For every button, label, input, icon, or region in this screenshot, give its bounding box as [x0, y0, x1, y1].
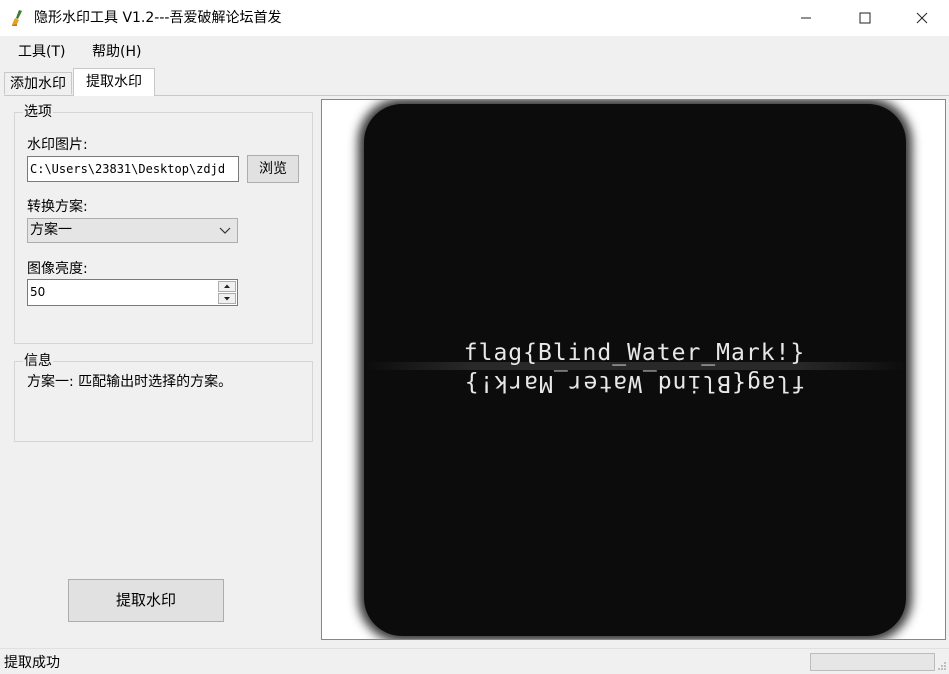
status-bar: 提取成功	[0, 648, 949, 674]
brightness-label: 图像亮度:	[27, 261, 88, 277]
close-button[interactable]	[899, 0, 945, 36]
watermark-text-mirrored: flag{Blind_Water_Mark!}	[463, 370, 806, 396]
app-window: 隐形水印工具 V1.2---吾爱破解论坛首发 工具(T) 帮助(H) 添加水印 …	[0, 0, 949, 674]
brightness-value: 50	[30, 285, 46, 299]
brightness-spinner[interactable]: 50	[27, 279, 238, 306]
info-text: 方案一: 匹配输出时选择的方案。	[27, 374, 233, 390]
spin-down-button[interactable]	[218, 293, 236, 304]
image-preview: flag{Blind_Water_Mark!} flag{Blind_Water…	[321, 99, 946, 640]
scheme-select[interactable]: 方案一	[27, 218, 238, 243]
menu-bar: 工具(T) 帮助(H)	[0, 38, 949, 66]
window-title: 隐形水印工具 V1.2---吾爱破解论坛首发	[34, 10, 282, 26]
tab-add-watermark[interactable]: 添加水印	[4, 72, 72, 94]
spinner-buttons	[218, 281, 236, 304]
menu-tools[interactable]: 工具(T)	[18, 43, 65, 61]
minimize-icon	[801, 17, 811, 19]
status-text: 提取成功	[4, 655, 60, 671]
maximize-button[interactable]	[842, 0, 888, 36]
close-icon	[916, 12, 928, 24]
app-brush-icon	[12, 10, 22, 26]
arrow-up-icon	[224, 284, 230, 288]
info-group-title: 信息	[23, 352, 53, 370]
maximize-icon	[859, 12, 871, 24]
title-bar: 隐形水印工具 V1.2---吾爱破解论坛首发	[0, 0, 949, 36]
menu-help[interactable]: 帮助(H)	[92, 43, 141, 61]
resize-grip-icon[interactable]	[937, 661, 947, 671]
watermark-image-label: 水印图片:	[27, 137, 88, 153]
tab-extract-watermark[interactable]: 提取水印	[73, 68, 155, 96]
watermark-path-input[interactable]: C:\Users\23831\Desktop\zdjd	[27, 156, 239, 182]
arrow-down-icon	[224, 297, 230, 301]
chevron-down-icon	[219, 227, 231, 234]
status-progress-bar	[810, 653, 935, 671]
minimize-button[interactable]	[783, 0, 829, 36]
watermark-text: flag{Blind_Water_Mark!}	[463, 340, 806, 366]
spin-up-button[interactable]	[218, 281, 236, 292]
browse-button[interactable]: 浏览	[247, 155, 299, 183]
scheme-label: 转换方案:	[27, 199, 88, 215]
scheme-select-value: 方案一	[30, 222, 72, 238]
options-group-title: 选项	[23, 103, 53, 121]
extract-watermark-button[interactable]: 提取水印	[68, 579, 224, 622]
